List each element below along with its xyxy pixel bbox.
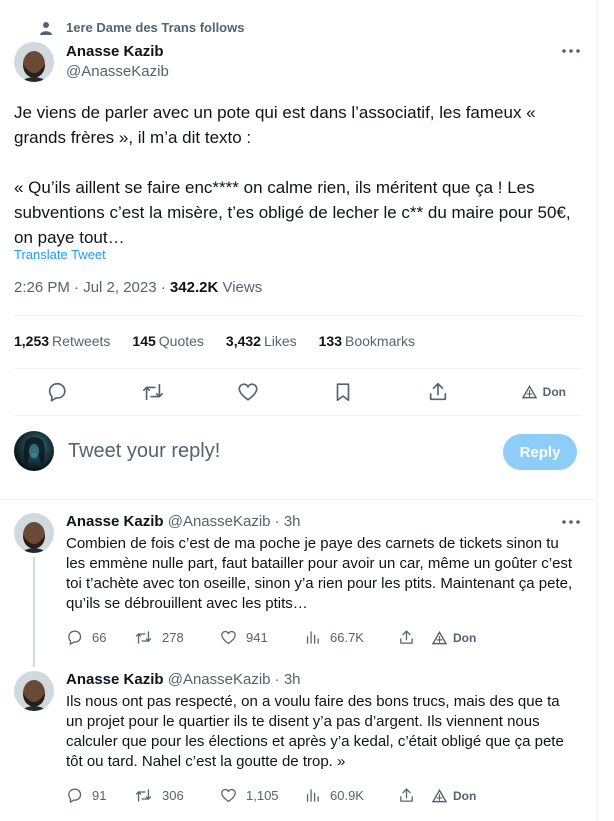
tweet-time[interactable]: 2:26 PM · Jul 2, 2023 · — [14, 279, 170, 296]
don-button[interactable]: Don — [432, 630, 476, 645]
divider — [14, 415, 582, 416]
analytics-icon — [304, 787, 321, 804]
tweet-text: Je viens de parler avec un pote qui est … — [14, 103, 571, 247]
tweet-meta: 2:26 PM · Jul 2, 2023 · 342.2K Views — [14, 279, 262, 296]
reply-author-handle[interactable]: @AnasseKazib · 3h — [168, 513, 301, 530]
retweet-icon — [134, 787, 153, 804]
share-icon[interactable] — [427, 381, 449, 403]
avatar[interactable] — [14, 42, 54, 82]
reply-count[interactable]: 66 — [66, 629, 134, 646]
like-icon — [220, 787, 237, 804]
reply-icon[interactable] — [46, 381, 68, 403]
more-options-icon[interactable] — [561, 48, 581, 54]
reply-text: Ils nous ont pas respecté, on a voulu fa… — [66, 693, 564, 770]
reply-action-bar: 91 306 1,105 60.9K Don — [66, 787, 476, 804]
translate-link[interactable]: Translate Tweet — [14, 247, 106, 262]
reply-author-name[interactable]: Anasse Kazib — [66, 671, 164, 688]
don-button[interactable]: Don — [432, 788, 476, 803]
thread-line — [33, 557, 35, 667]
reply-header: Anasse Kazib @AnasseKazib · 3h — [66, 513, 301, 530]
reply-icon — [66, 787, 83, 804]
author-handle[interactable]: @AnasseKazib — [66, 62, 169, 82]
like-icon[interactable] — [237, 381, 259, 403]
avatar[interactable] — [14, 513, 54, 553]
divider — [0, 499, 598, 500]
don-label: Don — [542, 385, 566, 399]
reply-action-bar: 66 278 941 66.7K Don — [66, 629, 476, 646]
divider — [14, 368, 582, 369]
analytics-icon — [304, 629, 321, 646]
avatar[interactable] — [14, 671, 54, 711]
author-name[interactable]: Anasse Kazib — [66, 42, 169, 61]
person-icon — [40, 21, 52, 35]
reply-header: Anasse Kazib @AnasseKazib · 3h — [66, 671, 301, 688]
like-count[interactable]: 1,105 — [220, 787, 304, 804]
share-icon[interactable] — [398, 787, 432, 804]
tweet-author[interactable]: Anasse Kazib @AnasseKazib — [66, 42, 169, 82]
view-count[interactable]: 60.9K — [304, 787, 398, 804]
more-options-icon[interactable] — [561, 519, 581, 525]
tweet-action-bar: Don — [46, 381, 566, 403]
reply-author-handle[interactable]: @AnasseKazib · 3h — [168, 671, 301, 688]
views-count: 342.2K — [169, 279, 219, 296]
retweet-count[interactable]: 306 — [134, 787, 220, 804]
like-icon — [220, 629, 237, 646]
reply-input[interactable]: Tweet your reply! — [68, 440, 220, 463]
triangle-icon — [521, 385, 537, 399]
reply-text: Combien de fois c’est de ma poche je pay… — [66, 535, 573, 612]
quotes-stat[interactable]: 145 Quotes — [132, 333, 204, 349]
view-count[interactable]: 66.7K — [304, 629, 398, 646]
views-label: Views — [218, 279, 263, 296]
likes-stat[interactable]: 3,432 Likes — [226, 333, 297, 349]
don-button[interactable]: Don — [521, 385, 566, 399]
reply-author-name[interactable]: Anasse Kazib — [66, 513, 164, 530]
bookmarks-stat[interactable]: 133 Bookmarks — [319, 333, 415, 349]
triangle-icon — [432, 788, 447, 803]
reply-count[interactable]: 91 — [66, 787, 134, 804]
social-context-text: 1ere Dame des Trans follows — [66, 20, 245, 35]
like-count[interactable]: 941 — [220, 629, 304, 646]
retweets-stat[interactable]: 1,253 Retweets — [14, 333, 110, 349]
reply-button[interactable]: Reply — [503, 434, 577, 470]
tweet-detail-page: 1ere Dame des Trans follows Anasse Kazib… — [0, 0, 598, 821]
social-context: 1ere Dame des Trans follows — [40, 20, 244, 35]
engagement-stats: 1,253 Retweets 145 Quotes 3,432 Likes 133 Bo… — [14, 333, 415, 349]
retweet-icon[interactable] — [141, 381, 165, 403]
bookmark-icon[interactable] — [332, 381, 354, 403]
current-user-avatar[interactable] — [14, 431, 54, 471]
retweet-count[interactable]: 278 — [134, 629, 220, 646]
divider — [14, 315, 582, 316]
share-icon[interactable] — [398, 629, 432, 646]
retweet-icon — [134, 629, 153, 646]
reply-icon — [66, 629, 83, 646]
triangle-icon — [432, 630, 447, 645]
